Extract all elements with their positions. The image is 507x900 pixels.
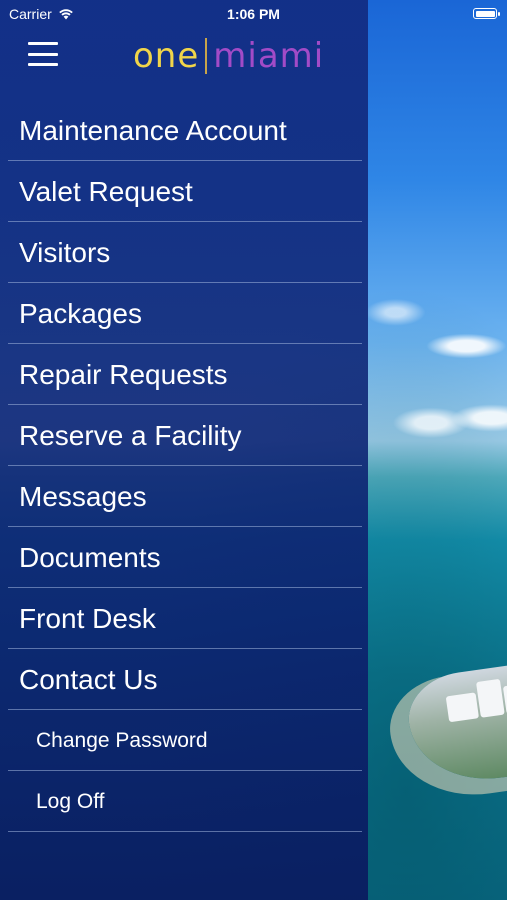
menu-item-label: Reserve a Facility <box>19 419 242 451</box>
menu-item-maintenance-account[interactable]: Maintenance Account <box>0 100 368 161</box>
battery-icon <box>473 8 500 19</box>
menu-item-change-password[interactable]: Change Password <box>0 710 368 771</box>
app-logo: one miami <box>133 36 324 76</box>
menu-item-reserve-facility[interactable]: Reserve a Facility <box>0 405 368 466</box>
menu-item-label: Messages <box>19 480 147 512</box>
menu-item-label: Valet Request <box>19 175 193 207</box>
menu-item-messages[interactable]: Messages <box>0 466 368 527</box>
island <box>403 660 507 790</box>
menu-item-label: Contact Us <box>19 663 158 695</box>
menu-item-visitors[interactable]: Visitors <box>0 222 368 283</box>
menu-item-repair-requests[interactable]: Repair Requests <box>0 344 368 405</box>
menu-item-packages[interactable]: Packages <box>0 283 368 344</box>
building <box>475 678 505 718</box>
menu-item-valet-request[interactable]: Valet Request <box>0 161 368 222</box>
menu-item-front-desk[interactable]: Front Desk <box>0 588 368 649</box>
menu-item-label: Change Password <box>36 728 208 752</box>
menu-item-label: Documents <box>19 541 161 573</box>
menu-item-contact-us[interactable]: Contact Us <box>0 649 368 710</box>
menu-item-label: Visitors <box>19 236 111 268</box>
hamburger-icon[interactable] <box>28 42 58 66</box>
logo-one: one <box>133 36 200 76</box>
logo-miami: miami <box>213 36 325 76</box>
status-time: 1:06 PM <box>227 6 280 22</box>
menu-item-label: Maintenance Account <box>19 114 287 146</box>
building <box>445 692 480 723</box>
menu-item-label: Packages <box>19 297 142 329</box>
menu-item-label: Log Off <box>36 789 105 813</box>
menu-item-documents[interactable]: Documents <box>0 527 368 588</box>
drawer-header: one miami <box>0 28 368 86</box>
logo-divider <box>205 38 208 74</box>
menu-list: Maintenance Account Valet Request Visito… <box>0 100 368 832</box>
status-bar: Carrier 1:06 PM <box>0 0 507 28</box>
side-drawer: one miami Maintenance Account Valet Requ… <box>0 0 368 900</box>
menu-item-log-off[interactable]: Log Off <box>0 771 368 832</box>
menu-item-label: Front Desk <box>19 602 156 634</box>
menu-item-label: Repair Requests <box>19 358 228 390</box>
